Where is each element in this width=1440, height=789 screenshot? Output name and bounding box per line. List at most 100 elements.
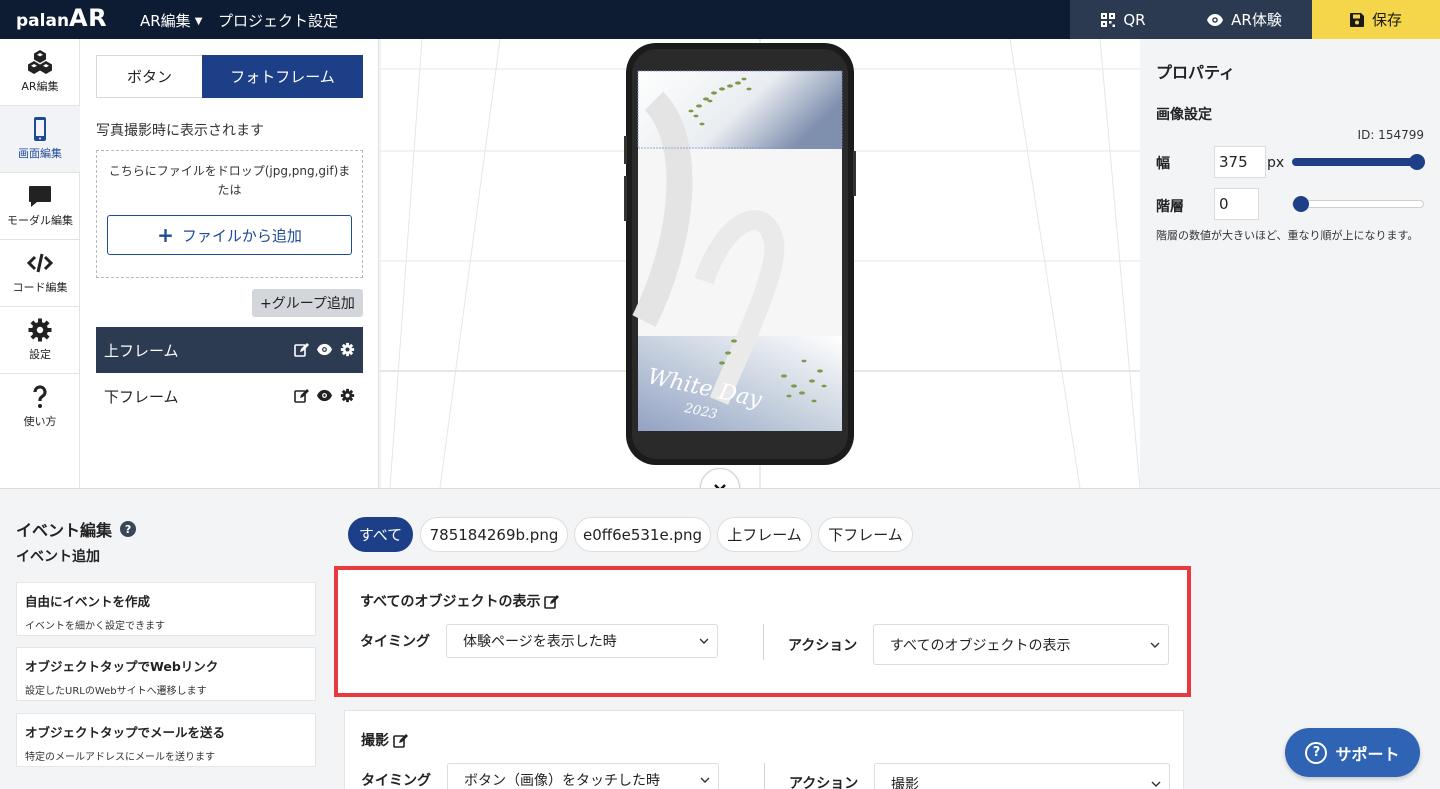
question-circle-icon: ? xyxy=(1305,741,1328,764)
project-settings-label: プロジェクト設定 xyxy=(218,12,339,30)
layer-slider[interactable] xyxy=(1292,196,1424,212)
action-select[interactable]: 撮影 xyxy=(874,763,1170,789)
width-slider[interactable] xyxy=(1292,154,1425,170)
filter-chip[interactable]: 下フレーム xyxy=(818,517,913,552)
nav-item-screen-edit[interactable]: 画面編集 xyxy=(0,106,80,172)
width-unit: px xyxy=(1267,155,1285,171)
filter-chip[interactable]: 上フレーム xyxy=(717,517,812,552)
width-slider-handle[interactable] xyxy=(1409,154,1425,170)
nav-item-modal-edit[interactable]: モーダル編集 xyxy=(0,173,80,239)
event-template-desc: 設定したURLのWebサイトへ遷移します xyxy=(25,686,207,697)
ar-edit-menu-label: AR編集 xyxy=(140,12,191,30)
filter-chip[interactable]: e0ff6e531e.png xyxy=(574,517,711,552)
drop-zone-text: こちらにファイルをドロップ(jpg,png,gif)または xyxy=(108,164,351,197)
gear-icon[interactable] xyxy=(340,388,355,403)
action-select[interactable]: すべてのオブジェクトの表示 xyxy=(873,624,1169,665)
floppy-disk-icon xyxy=(1349,12,1364,27)
image-settings-title: 画像設定 xyxy=(1156,107,1212,123)
edit-icon[interactable] xyxy=(294,342,309,357)
logo-text-small: palan xyxy=(16,11,70,31)
filter-chip[interactable]: 785184269b.png xyxy=(420,517,568,552)
event-template-card[interactable]: オブジェクトタップでWebリンク 設定したURLのWebサイトへ遷移します xyxy=(16,647,316,701)
frame-row[interactable]: 下フレーム xyxy=(96,373,363,419)
support-button[interactable]: ? サポート xyxy=(1285,728,1420,777)
palanar-logo[interactable]: palanAR xyxy=(16,4,107,32)
eye-icon[interactable] xyxy=(317,342,332,357)
tab-button-label: ボタン xyxy=(126,68,172,86)
nav-label-code-edit: コード編集 xyxy=(12,281,68,294)
timing-label: タイミング xyxy=(360,634,430,650)
question-icon xyxy=(33,385,47,408)
event-editor-title: イベント編集 ? xyxy=(16,517,137,541)
file-drop-zone[interactable]: こちらにファイルをドロップ(jpg,png,gif)または + ファイルから追加 xyxy=(96,150,363,278)
logo-text-big: AR xyxy=(69,4,108,32)
filter-chip-all[interactable]: すべて xyxy=(348,517,413,552)
add-group-label: +グループ追加 xyxy=(260,296,355,312)
event-title-text: 撮影 xyxy=(361,733,389,749)
edit-icon[interactable] xyxy=(294,388,309,403)
top-bar: palanAR AR編集 ▼ プロジェクト設定 QR AR体験 保存 xyxy=(0,0,1440,39)
layer-value: 0 xyxy=(1219,195,1229,213)
event-template-title: オブジェクトタップでメールを送る xyxy=(25,725,226,740)
filter-chip-label: 上フレーム xyxy=(727,526,802,544)
event-item: 撮影 タイミング ボタン（画像）をタッチした時 アクション 撮影 xyxy=(344,710,1184,789)
plus-icon: + xyxy=(157,223,174,247)
edit-icon[interactable] xyxy=(393,733,408,748)
field-divider xyxy=(764,763,765,789)
code-icon xyxy=(27,253,53,273)
event-title-text: すべてのオブジェクトの表示 xyxy=(360,594,541,610)
tab-button[interactable]: ボタン xyxy=(96,55,203,98)
eye-icon[interactable] xyxy=(317,388,332,403)
nav-item-how-to-use[interactable]: 使い方 xyxy=(0,374,80,440)
save-button[interactable]: 保存 xyxy=(1312,0,1440,39)
frame-name: 上フレーム xyxy=(104,341,179,360)
add-group-button[interactable]: +グループ追加 xyxy=(252,289,363,317)
question-circle-icon[interactable]: ? xyxy=(120,521,137,537)
qr-button[interactable]: QR xyxy=(1070,0,1177,39)
tab-photo-frame-label: フォトフレーム xyxy=(230,68,335,86)
properties-title: プロパティ xyxy=(1156,63,1236,82)
frame-name: 下フレーム xyxy=(104,387,179,406)
action-value: 撮影 xyxy=(891,776,919,789)
gear-icon xyxy=(28,318,52,342)
ar-experience-button[interactable]: AR体験 xyxy=(1177,0,1312,39)
action-label: アクション xyxy=(788,638,858,654)
edit-icon[interactable] xyxy=(544,594,560,609)
event-template-card[interactable]: 自由にイベントを作成 イベントを細かく設定できます xyxy=(16,582,316,636)
tab-photo-frame[interactable]: フォトフレーム xyxy=(202,55,363,98)
timing-select[interactable]: 体験ページを表示した時 xyxy=(446,624,718,658)
add-from-file-label: ファイルから追加 xyxy=(181,226,302,245)
filter-chip-label: 下フレーム xyxy=(828,526,903,544)
frame-list-panel: ボタン フォトフレーム 写真撮影時に表示されます こちらにファイルをドロップ(j… xyxy=(80,39,379,488)
editor-canvas[interactable]: White Day 2023 xyxy=(380,39,1140,488)
timing-value: ボタン（画像）をタッチした時 xyxy=(464,773,660,789)
event-item: すべてのオブジェクトの表示 タイミング 体験ページを表示した時 アクション すべ… xyxy=(334,566,1191,697)
add-from-file-button[interactable]: + ファイルから追加 xyxy=(107,215,352,255)
layer-slider-handle[interactable] xyxy=(1293,196,1309,212)
width-input[interactable]: 375 xyxy=(1214,146,1266,178)
event-template-title: オブジェクトタップでWebリンク xyxy=(25,659,219,674)
nav-item-ar-edit[interactable]: AR編集 xyxy=(0,39,80,105)
nav-label-screen-edit: 画面編集 xyxy=(18,147,62,160)
event-title: 撮影 xyxy=(361,730,408,750)
filter-chip-label: 785184269b.png xyxy=(429,525,559,544)
nav-item-code-edit[interactable]: コード編集 xyxy=(0,240,80,306)
width-label: 幅 xyxy=(1156,156,1170,172)
gear-icon[interactable] xyxy=(340,342,355,357)
layer-input[interactable]: 0 xyxy=(1214,188,1259,220)
nav-label-ar-edit: AR編集 xyxy=(21,80,59,93)
timing-select[interactable]: ボタン（画像）をタッチした時 xyxy=(447,763,719,789)
event-title: すべてのオブジェクトの表示 xyxy=(360,591,560,611)
phone-mockup: White Day 2023 xyxy=(624,43,856,465)
project-settings-menu[interactable]: プロジェクト設定 xyxy=(218,10,338,31)
nav-label-settings: 設定 xyxy=(29,348,51,361)
ar-edit-menu[interactable]: AR編集 ▼ xyxy=(140,10,202,31)
object-id: ID: 154799 xyxy=(1357,128,1424,142)
chevron-down-icon xyxy=(1150,642,1160,648)
event-template-desc: 特定のメールアドレスにメールを送ります xyxy=(25,752,215,763)
frame-row[interactable]: 上フレーム xyxy=(96,327,363,373)
properties-panel: プロパティ 画像設定 ID: 154799 幅 375 px 階層 0 階層の数… xyxy=(1140,39,1440,488)
event-template-card[interactable]: オブジェクトタップでメールを送る 特定のメールアドレスにメールを送ります xyxy=(16,713,316,767)
nav-item-settings[interactable]: 設定 xyxy=(0,307,80,373)
filter-chip-label: e0ff6e531e.png xyxy=(582,525,703,544)
